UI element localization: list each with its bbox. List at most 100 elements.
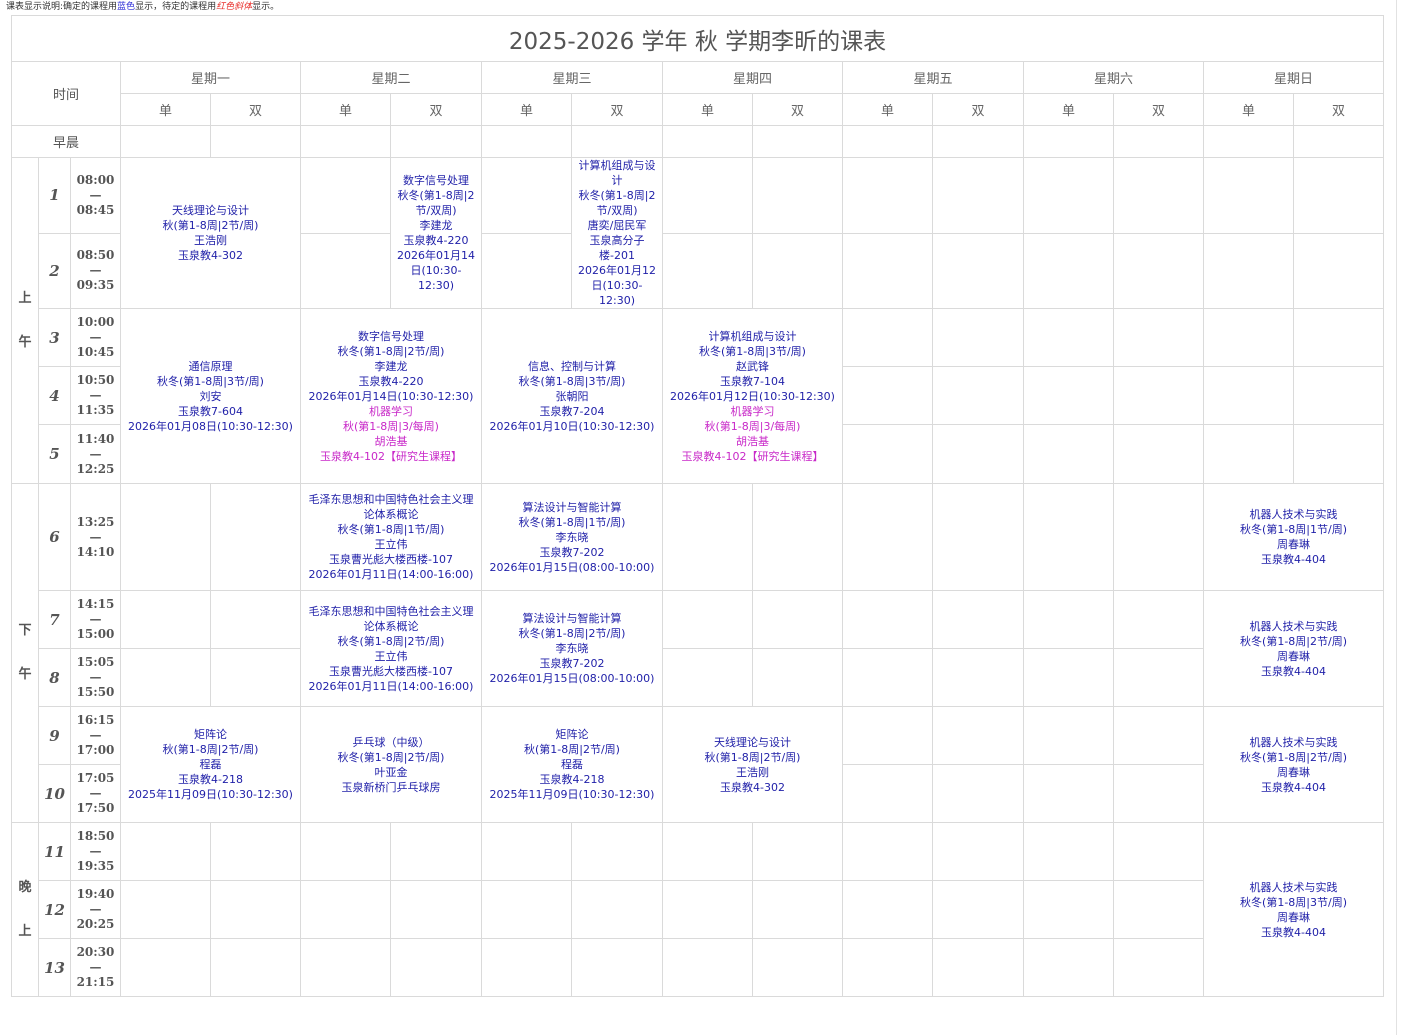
day-header-monday: 星期一 (120, 61, 301, 94)
empty-slot (210, 125, 301, 158)
course-weeks: 秋冬(第1-8周|2节/周) (518, 627, 626, 640)
period-start-time: 13:25 (76, 514, 115, 529)
empty-slot (210, 938, 301, 997)
period-number: 12 (38, 880, 71, 939)
course-name: 计算机组成与设计 (708, 329, 797, 343)
note-suffix: 显示。 (252, 2, 280, 12)
empty-slot (1023, 308, 1114, 367)
course-room: 玉泉教4-404 (1261, 664, 1327, 678)
empty-slot (1113, 125, 1204, 158)
empty-slot (1292, 308, 1385, 367)
course-name: 毛泽东思想和中国特色社会主义理论体系概论 (308, 493, 474, 521)
empty-slot (1113, 424, 1204, 484)
time-separator: — (89, 670, 102, 684)
odd-week-header: 单 (300, 93, 391, 126)
empty-slot (842, 590, 933, 649)
period-row: 12 19:40—20:25 (12, 880, 1384, 939)
course-weeks: 秋冬(第1-8周|2节/周) (337, 750, 445, 764)
period-number: 10 (38, 764, 71, 823)
period-end-time: 11:35 (76, 403, 115, 417)
course-block: 机器人技术与实践 秋冬(第1-8周|2节/周) 周春琳 玉泉教4-404 (1209, 619, 1378, 679)
title-row: 2025-2026 学年 秋 学期李昕的课表 (10, 15, 1385, 62)
empty-slot (120, 483, 211, 591)
period-start-time: 15:05 (76, 655, 115, 669)
course-block: 机器学习 秋(第1-8周|3/每周) 胡浩基 玉泉教4-102【研究生课程】 (668, 404, 837, 464)
even-week-header: 双 (752, 93, 843, 126)
empty-slot (1292, 366, 1385, 425)
period-time: 08:50—09:35 (70, 232, 121, 309)
timetable-body: 2025-2026 学年 秋 学期李昕的课表 时间 星期一 星期二 星期三 星期… (10, 15, 1385, 997)
empty-slot (1023, 366, 1114, 425)
page-title: 2025-2026 学年 秋 学期李昕的课表 (10, 15, 1385, 62)
course-room: 玉泉高分子楼-201 (589, 234, 645, 262)
course-room: 玉泉教7-202 (539, 545, 605, 559)
empty-slot (481, 822, 572, 881)
empty-slot (300, 822, 391, 881)
course-weeks: 秋冬(第1-8周|2节/周) (337, 634, 445, 648)
empty-slot (1023, 822, 1114, 881)
even-week-header: 双 (1292, 93, 1385, 126)
course-name: 矩阵论 (194, 728, 227, 741)
empty-slot (120, 880, 211, 939)
empty-slot (1113, 590, 1204, 649)
course-cell: 天线理论与设计 秋(第1-8周|2节/周) 王浩刚 玉泉教4-302 (120, 157, 301, 309)
course-block: 数字信号处理 秋冬(第1-8周|2节/双周) 李建龙 玉泉教4-220 2026年01月… (396, 173, 476, 293)
period-time: 11:40—12:25 (70, 424, 121, 484)
page-right-edge (1396, 0, 1397, 1035)
course-cell: 毛泽东思想和中国特色社会主义理论体系概论 秋冬(第1-8周|1节/周) 王立伟 玉泉曹… (300, 483, 482, 591)
empty-slot (1203, 308, 1294, 367)
course-block: 天线理论与设计 秋(第1-8周|2节/周) 王浩刚 玉泉教4-302 (126, 203, 295, 263)
course-exam-time: 2026年01月15日(08:00-10:00) (489, 560, 655, 574)
period-row: 9 16:15—17:00 矩阵论 秋(第1-8周|2节/周) 程磊 玉泉教4-218 20… (12, 706, 1385, 823)
period-number: 5 (38, 424, 71, 484)
course-room: 玉泉教4-404 (1261, 925, 1327, 939)
day-header-tuesday: 星期二 (300, 61, 482, 94)
time-separator: — (89, 263, 102, 278)
week-parity-header-row: 单 双 单 双 单 双 单 双 单 双 单 双 单 双 (12, 93, 1385, 126)
period-end-time: 14:10 (76, 544, 115, 559)
course-cell: 数字信号处理 秋冬(第1-8周|2节/周) 李建龙 玉泉教4-220 2026年01月1… (300, 308, 482, 484)
period-row: 晚上 11 18:50—19:35 机器人技术与实践 秋冬(第1-8周|3节/周) 周春琳… (11, 822, 1385, 997)
period-start-time: 10:00 (76, 315, 115, 329)
period-time: 17:05—17:50 (70, 764, 121, 823)
course-weeks: 秋(第1-8周|2节/周) (162, 743, 259, 756)
empty-slot (120, 822, 211, 881)
period-row: 下午 6 13:25—14:10 毛泽东思想和中国特色社会主义理论体系概论 秋冬(第1-… (11, 483, 1385, 823)
period-row: 13 20:30—21:15 (12, 938, 1384, 997)
course-exam-time: 2025年11月09日(10:30-12:30) (489, 788, 655, 801)
course-cell: 机器人技术与实践 秋冬(第1-8周|2节/周) 周春琳 玉泉教4-404 (1202, 590, 1385, 707)
day-header-wednesday: 星期三 (481, 61, 663, 94)
morning-row: 早晨 (11, 125, 1385, 158)
empty-slot (1113, 822, 1204, 881)
course-cell: 计算机组成与设计 秋冬(第1-8周|3节/周) 赵武锋 玉泉教7-104 2026年01… (662, 308, 843, 484)
course-teacher: 王立伟 (374, 649, 408, 663)
period-number: 9 (38, 706, 71, 765)
timetable: 2025-2026 学年 秋 学期李昕的课表 时间 星期一 星期二 星期三 星期… (10, 15, 1385, 997)
course-exam-time: 2025年11月09日(10:30-12:30) (128, 788, 293, 801)
course-exam-time: 2026年01月11日(14:00-16:00) (308, 568, 474, 581)
period-start-time: 19:40 (76, 887, 115, 901)
empty-slot (1203, 157, 1294, 234)
course-block: 信息、控制与计算 秋冬(第1-8周|3节/周) 张朝阳 玉泉教7-204 2026年01… (487, 359, 657, 434)
section-cell: 晚上 (11, 822, 39, 997)
period-end-time: 09:35 (76, 278, 115, 293)
course-exam-time: 2026年01月08日(10:30-12:30) (128, 419, 293, 433)
section-label: 晚上 (18, 879, 32, 939)
empty-slot (662, 938, 753, 997)
day-header-friday: 星期五 (842, 61, 1024, 94)
course-teacher: 李东晓 (555, 530, 589, 544)
empty-slot (1023, 125, 1114, 158)
period-end-time: 10:45 (76, 345, 115, 359)
period-number: 1 (38, 157, 71, 234)
course-room: 玉泉教4-302 (720, 780, 785, 794)
course-teacher: 李建龙 (419, 219, 453, 232)
empty-slot (571, 938, 663, 997)
period-row: 上午 1 08:00—08:45 天线理论与设计 秋(第1-8周|2节/周) 王浩刚 玉泉教… (11, 157, 1385, 484)
empty-slot (1113, 938, 1204, 997)
odd-week-header: 单 (662, 93, 753, 126)
period-time: 13:25—14:10 (70, 483, 121, 591)
empty-slot (662, 483, 753, 591)
period-row: 8 15:05—15:50 (12, 648, 1384, 707)
course-cell: 矩阵论 秋(第1-8周|2节/周) 程磊 玉泉教4-218 2025年11月09日(10… (481, 706, 663, 823)
empty-slot (932, 880, 1024, 939)
